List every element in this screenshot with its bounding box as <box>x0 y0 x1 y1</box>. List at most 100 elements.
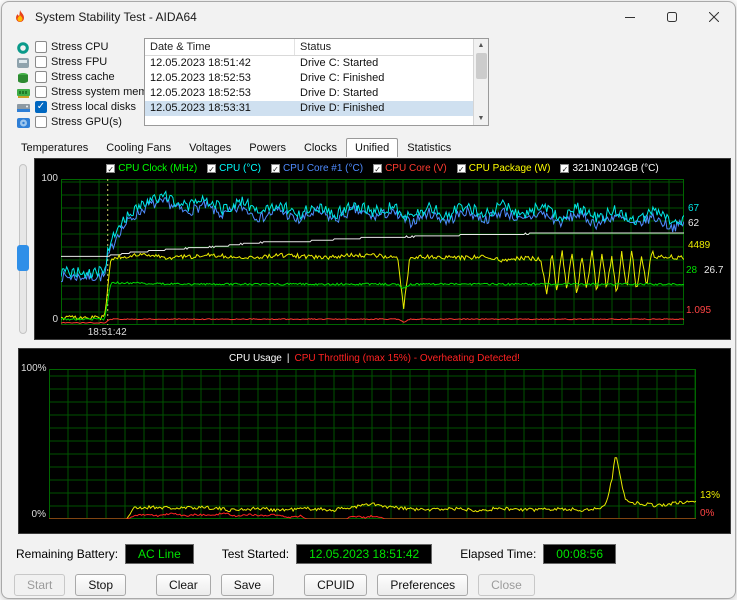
stress-option-stress-system-memory[interactable]: Stress system memory <box>16 85 163 99</box>
test-started-label: Test Started: <box>221 547 290 561</box>
elapsed-time-label: Elapsed Time: <box>460 547 537 561</box>
legend-cpu-package-w[interactable]: ✓ CPU Package (W) <box>456 163 550 174</box>
tab-unified[interactable]: Unified <box>346 138 399 157</box>
minimize-button[interactable] <box>609 2 651 32</box>
legend-label: CPU Core (V) <box>385 163 447 174</box>
titlebar: System Stability Test - AIDA64 <box>2 2 735 32</box>
scrollbar-thumb[interactable] <box>475 53 487 79</box>
stop-button[interactable]: Stop <box>75 574 127 596</box>
test-started-value: 12.05.2023 18:51:42 <box>296 544 433 564</box>
tab-clocks[interactable]: Clocks <box>295 138 346 157</box>
log-cell-status: Drive C: Started <box>300 57 379 69</box>
window-title: System Stability Test - AIDA64 <box>35 10 197 24</box>
close-dialog-button: Close <box>478 574 535 596</box>
event-log: Date & Time Status 12.05.2023 18:51:42 Dr… <box>144 38 489 126</box>
stress-option-label: Stress GPU(s) <box>51 116 122 128</box>
unified-chart-row: ✓ CPU Clock (MHz) ✓ CPU (°C) ✓ CPU Core #1 (°… <box>12 158 731 340</box>
disk-icon <box>16 101 31 113</box>
log-cell-status: Drive C: Finished <box>300 72 385 84</box>
log-scrollbar[interactable]: ▲ ▼ <box>473 39 488 125</box>
chart-value-label: 67 <box>688 203 700 215</box>
remaining-battery-value: AC Line <box>125 544 194 564</box>
stress-option-stress-cache[interactable]: Stress cache <box>16 70 136 84</box>
event-log-table: Date & Time Status 12.05.2023 18:51:42 Dr… <box>145 39 473 125</box>
fpu-icon <box>16 56 31 68</box>
log-cell-datetime: 12.05.2023 18:53:31 <box>150 102 251 114</box>
unified-chart: ✓ CPU Clock (MHz) ✓ CPU (°C) ✓ CPU Core #1 (°… <box>34 158 731 340</box>
legend-checkbox[interactable]: ✓ <box>373 164 383 174</box>
legend-321jn1024gb-c[interactable]: ✓ 321JN1024GB (°C) <box>560 163 659 174</box>
checkbox-stress-fpu[interactable] <box>35 56 47 68</box>
slider-thumb[interactable] <box>17 245 29 272</box>
stress-option-stress-fpu[interactable]: Stress FPU <box>16 55 136 69</box>
log-row[interactable]: 12.05.2023 18:51:42 Drive C: Started <box>145 56 473 71</box>
log-body: 12.05.2023 18:51:42 Drive C: Started 12.05… <box>145 56 473 116</box>
throttling-warning: CPU Throttling (max 15%) - Overheating D… <box>294 353 520 364</box>
stress-option-stress-gpu-s[interactable]: Stress GPU(s) <box>16 115 136 129</box>
log-cell-datetime: 12.05.2023 18:51:42 <box>150 57 251 69</box>
tab-statistics[interactable]: Statistics <box>398 138 460 157</box>
log-cell-status: Drive D: Started <box>300 87 379 99</box>
legend-label: CPU Core #1 (°C) <box>282 163 364 174</box>
app-window: System Stability Test - AIDA64 Stress CP… <box>1 1 736 599</box>
scroll-up-icon[interactable]: ▲ <box>478 39 485 52</box>
log-column-datetime[interactable]: Date & Time <box>145 39 295 55</box>
tab-temperatures[interactable]: Temperatures <box>12 138 97 157</box>
clear-button[interactable]: Clear <box>156 574 211 596</box>
close-button[interactable] <box>693 2 735 32</box>
maximize-button[interactable] <box>651 2 693 32</box>
log-cell-datetime: 12.05.2023 18:52:53 <box>150 87 251 99</box>
chart-value-label: 0% <box>700 508 715 519</box>
legend-label: CPU (°C) <box>219 163 261 174</box>
caption-buttons <box>609 2 735 32</box>
tab-powers[interactable]: Powers <box>240 138 295 157</box>
tab-voltages[interactable]: Voltages <box>180 138 240 157</box>
unified-chart-plot <box>61 179 684 325</box>
legend-cpu-c[interactable]: ✓ CPU (°C) <box>207 163 261 174</box>
chart-value-label: 62 <box>688 217 700 229</box>
chart-value-label: 1.095 <box>686 305 712 317</box>
y-axis-max-label: 100 <box>41 173 58 184</box>
checkbox-stress-system-memory[interactable] <box>35 86 47 98</box>
cpuid-button[interactable]: CPUID <box>304 574 368 596</box>
log-row[interactable]: 12.05.2023 18:52:53 Drive C: Finished <box>145 71 473 86</box>
legend-checkbox[interactable]: ✓ <box>270 164 280 174</box>
x-axis-start-time: 18:51:42 <box>87 327 127 338</box>
checkbox-stress-cache[interactable] <box>35 71 47 83</box>
log-header: Date & Time Status <box>145 39 473 56</box>
legend-checkbox[interactable]: ✓ <box>207 164 217 174</box>
chart-legend: ✓ CPU Clock (MHz) ✓ CPU (°C) ✓ CPU Core #1 (°… <box>35 163 730 174</box>
y-axis-min-label: 0 <box>52 314 58 325</box>
chart-value-label: 4489 <box>688 239 711 251</box>
legend-checkbox[interactable]: ✓ <box>560 164 570 174</box>
preferences-button[interactable]: Preferences <box>377 574 469 596</box>
stress-option-label: Stress CPU <box>51 41 109 53</box>
cpu-icon <box>16 41 31 54</box>
legend-checkbox[interactable]: ✓ <box>106 164 116 174</box>
log-column-status[interactable]: Status <box>295 39 473 55</box>
cache-icon <box>16 71 31 83</box>
log-row[interactable]: 12.05.2023 18:53:31 Drive D: Finished <box>145 101 473 116</box>
checkbox-stress-gpu-s[interactable] <box>35 116 47 128</box>
checkbox-stress-cpu[interactable] <box>35 41 47 53</box>
scroll-down-icon[interactable]: ▼ <box>478 112 485 125</box>
stress-option-stress-cpu[interactable]: Stress CPU <box>16 40 136 54</box>
stress-option-label: Stress FPU <box>51 56 108 68</box>
checkbox-stress-local-disks[interactable]: ✓ <box>35 101 47 113</box>
legend-cpu-clock-mhz[interactable]: ✓ CPU Clock (MHz) <box>106 163 197 174</box>
legend-cpu-core-v[interactable]: ✓ CPU Core (V) <box>373 163 447 174</box>
remaining-battery-label: Remaining Battery: <box>16 547 119 561</box>
y-axis-max-label: 100% <box>21 363 47 374</box>
stress-option-stress-local-disks[interactable]: ✓ Stress local disks <box>16 100 136 114</box>
legend-cpu-core-1-c[interactable]: ✓ CPU Core #1 (°C) <box>270 163 364 174</box>
chart-value-label: 13% <box>700 490 721 501</box>
action-buttons: Start Stop Clear Save CPUID Preferences Close <box>14 573 723 597</box>
log-cell-status: Drive D: Finished <box>300 102 385 114</box>
log-cell-datetime: 12.05.2023 18:52:53 <box>150 72 251 84</box>
legend-checkbox[interactable]: ✓ <box>456 164 466 174</box>
elapsed-time-value: 00:08:56 <box>543 544 616 564</box>
chart-zoom-slider[interactable] <box>12 158 34 340</box>
log-row[interactable]: 12.05.2023 18:52:53 Drive D: Started <box>145 86 473 101</box>
tab-cooling-fans[interactable]: Cooling Fans <box>97 138 180 157</box>
save-button[interactable]: Save <box>220 574 275 596</box>
